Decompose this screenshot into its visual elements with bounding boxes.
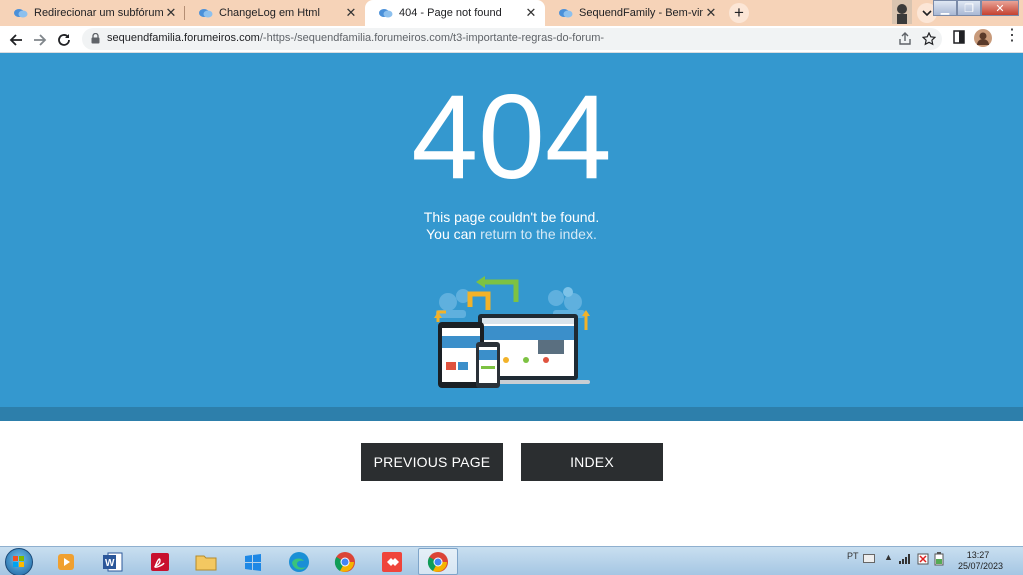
window-controls: ▁ ❐ ✕ bbox=[933, 0, 1019, 16]
media-player-app[interactable] bbox=[46, 548, 86, 575]
explorer-app[interactable] bbox=[186, 548, 226, 575]
return-prefix: You can bbox=[426, 226, 481, 242]
tab-sequendfamily[interactable]: SequendFamily - Bem-vindo(a) ao ✕ bbox=[545, 0, 725, 26]
close-window-button[interactable]: ✕ bbox=[981, 0, 1019, 16]
restore-button[interactable]: ❐ bbox=[957, 0, 981, 16]
chrome-app[interactable] bbox=[325, 548, 365, 575]
close-tab-icon[interactable]: ✕ bbox=[163, 5, 179, 21]
new-tab-button[interactable]: + bbox=[729, 3, 749, 23]
folder-icon bbox=[195, 555, 217, 570]
chat-bubble-icon bbox=[559, 8, 573, 17]
network-icon[interactable] bbox=[899, 554, 911, 564]
responsive-devices-illustration bbox=[434, 276, 590, 388]
action-center-icon[interactable] bbox=[917, 553, 929, 565]
chrome-active-app[interactable] bbox=[418, 548, 458, 575]
tab-title: SequendFamily - Bem-vindo(a) ao bbox=[579, 7, 703, 19]
browser-toolbar: sequendfamilia.forumeiros.com/-https-/se… bbox=[0, 26, 1023, 53]
browser-window: Redirecionar um subfórum para um ✕ Chang… bbox=[0, 0, 1023, 575]
show-hidden-icons-icon[interactable]: ▲ bbox=[884, 552, 893, 562]
acrobat-app[interactable] bbox=[140, 548, 180, 575]
close-tab-icon[interactable]: ✕ bbox=[343, 5, 359, 21]
url-host: sequendfamilia.forumeiros.com bbox=[107, 32, 260, 44]
word-app[interactable]: W bbox=[93, 548, 133, 575]
error-code: 404 bbox=[411, 70, 612, 204]
url-path: /-https-/sequendfamilia.forumeiros.com/t… bbox=[259, 32, 605, 44]
tab-changelog[interactable]: ChangeLog em Html ✕ bbox=[185, 0, 365, 26]
lock-icon bbox=[91, 33, 100, 44]
chrome-icon bbox=[427, 551, 448, 572]
error-message: This page couldn't be found. bbox=[423, 209, 600, 225]
share-icon[interactable] bbox=[898, 32, 912, 46]
word-icon: W bbox=[103, 552, 123, 571]
tab-title: 404 - Page not found bbox=[399, 7, 502, 19]
previous-page-button[interactable]: PREVIOUS PAGE bbox=[361, 443, 503, 481]
language-indicator[interactable]: PT bbox=[847, 551, 859, 561]
browser-menu-icon[interactable]: ⋮ bbox=[1004, 28, 1020, 44]
start-button[interactable] bbox=[5, 548, 33, 575]
profile-photo-icon bbox=[892, 0, 912, 24]
arrow-right-icon bbox=[34, 34, 47, 46]
keyboard-icon[interactable] bbox=[863, 554, 875, 563]
index-button[interactable]: INDEX bbox=[521, 443, 663, 481]
side-panel-icon[interactable] bbox=[953, 30, 965, 44]
url-text: sequendfamilia.forumeiros.com/-https-/se… bbox=[107, 32, 604, 44]
return-to-index-link[interactable]: return to the index. bbox=[480, 226, 597, 242]
tab-title: Redirecionar um subfórum para um bbox=[34, 7, 163, 19]
system-clock[interactable]: 13:27 25/07/2023 bbox=[958, 550, 1004, 572]
windows-store-icon bbox=[245, 553, 261, 571]
minimize-button[interactable]: ▁ bbox=[933, 0, 957, 16]
banner-bottom-strip bbox=[0, 407, 1023, 421]
windows-taskbar: W PT ▲ 13:27 25/07/2023 bbox=[0, 546, 1023, 575]
chrome-icon bbox=[334, 551, 355, 572]
edge-icon bbox=[289, 551, 309, 572]
clock-time: 13:27 bbox=[966, 550, 990, 560]
anydesk-icon bbox=[382, 551, 402, 572]
close-tab-icon[interactable]: ✕ bbox=[703, 5, 719, 21]
power-icon[interactable] bbox=[934, 552, 944, 566]
tab-strip: Redirecionar um subfórum para um ✕ Chang… bbox=[0, 0, 1023, 26]
chat-bubble-icon bbox=[199, 8, 213, 17]
profile-avatar-icon[interactable] bbox=[974, 29, 992, 47]
address-bar[interactable]: sequendfamilia.forumeiros.com/-https-/se… bbox=[82, 28, 942, 50]
forward-button[interactable] bbox=[30, 30, 50, 50]
bookmark-star-icon[interactable] bbox=[922, 32, 936, 46]
anydesk-app[interactable] bbox=[372, 548, 412, 575]
svg-text:W: W bbox=[105, 558, 115, 569]
arrow-left-icon bbox=[9, 34, 22, 46]
windows-logo-icon bbox=[13, 556, 24, 567]
tab-redirecionar[interactable]: Redirecionar um subfórum para um ✕ bbox=[0, 0, 185, 26]
chat-bubble-icon bbox=[14, 8, 28, 17]
edge-app[interactable] bbox=[279, 548, 319, 575]
store-app[interactable] bbox=[233, 548, 273, 575]
chat-bubble-icon bbox=[379, 8, 393, 17]
tab-title: ChangeLog em Html bbox=[219, 7, 320, 19]
media-player-icon bbox=[58, 553, 74, 570]
reload-icon bbox=[58, 34, 70, 46]
return-message: You can return to the index. bbox=[0, 226, 1023, 242]
close-tab-icon[interactable]: ✕ bbox=[523, 5, 539, 21]
chevron-down-icon bbox=[922, 10, 932, 16]
back-button[interactable] bbox=[6, 30, 26, 50]
clock-date: 25/07/2023 bbox=[958, 561, 1004, 571]
tab-404[interactable]: 404 - Page not found ✕ bbox=[365, 0, 545, 26]
reload-button[interactable] bbox=[54, 30, 74, 50]
pdf-icon bbox=[151, 552, 169, 571]
